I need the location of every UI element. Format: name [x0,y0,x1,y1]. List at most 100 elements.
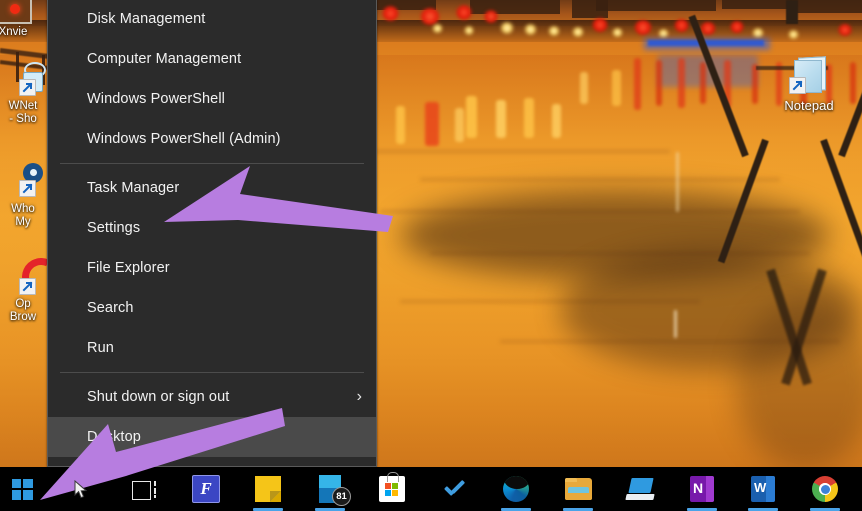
wallpaper-lantern [484,10,498,23]
shortcut-overlay-icon [19,180,36,197]
menu-separator [60,163,364,164]
desktop-icon-label: Notepad [784,98,834,113]
wallpaper-reflection [656,60,662,106]
wallpaper-lamp [752,28,764,38]
menu-item-label: Shut down or sign out [87,389,230,405]
wallpaper-water-streak [420,178,780,181]
folder-icon [564,478,592,500]
wallpaper-water-streak [370,150,670,153]
wallpaper-bridge-apex [786,0,798,24]
menu-item-label: Settings [87,220,141,236]
menu-item-settings[interactable]: Settings [48,208,376,248]
wallpaper-skyline-3 [596,0,716,11]
wallpaper-lamp [524,24,537,35]
winx-power-user-menu[interactable]: Disk Management Computer Management Wind… [47,0,377,467]
desktop-screen: Xnvie WNet - Sho Who My Op Brow Notepad … [0,0,862,511]
menu-item-shut-down-or-sign-out[interactable]: Shut down or sign out › [48,377,376,417]
taskbar-edge[interactable] [494,467,538,511]
taskbar-todo[interactable] [432,467,476,511]
wallpaper-mast-reflection [674,310,677,338]
wallpaper-lantern [456,5,472,20]
taskbar[interactable]: F 81 N W [0,467,862,511]
windows-logo-icon [11,478,33,500]
wallpaper-lamp [464,26,474,35]
shortcut-overlay-icon [19,278,36,295]
desktop-icon-label: Xnvie [0,26,28,38]
mouse-cursor [74,480,88,499]
menu-item-label: Desktop [87,429,141,445]
menu-item-disk-management[interactable]: Disk Management [48,0,376,39]
wallpaper-reflection [700,62,706,104]
menu-item-label: Run [87,340,114,356]
menu-item-windows-powershell-admin[interactable]: Windows PowerShell (Admin) [48,119,376,159]
task-view-button[interactable] [122,467,166,511]
wallpaper-lamp [500,22,514,34]
wallpaper-lantern [382,6,399,21]
wallpaper-lamp [612,28,623,37]
wallpaper-pylon-reflection-blur [736,300,862,467]
desktop-icon-label: WNet - Sho [8,100,38,125]
desktop-icon-xnview[interactable]: Xnvie [0,0,44,39]
wallpaper-reflection [496,100,506,138]
wallpaper-lantern [592,18,608,32]
wallpaper-lantern [730,21,744,33]
wallpaper-skyline-1 [470,0,560,14]
taskbar-remote-desktop[interactable] [618,467,662,511]
wallpaper-reflection [580,72,588,104]
menu-item-label: Disk Management [87,11,206,27]
menu-item-computer-management[interactable]: Computer Management [48,39,376,79]
menu-item-label: Search [87,300,134,316]
notification-badge: 81 [332,487,351,506]
wallpaper-lamp [548,26,560,36]
wallpaper-reflection [396,106,405,144]
menu-item-desktop[interactable]: Desktop [48,417,376,457]
wallpaper-lamp [432,24,443,33]
wallpaper-reflection [850,62,856,104]
wallpaper-lamp [788,30,799,39]
menu-item-run[interactable]: Run [48,328,376,368]
microsoft-store-icon [379,472,405,502]
wallpaper-reflection [425,102,439,146]
desktop-icon-wnetwatcher[interactable]: WNet - Sho [0,60,54,126]
menu-item-windows-powershell[interactable]: Windows PowerShell [48,79,376,119]
wallpaper-skyline-4 [722,0,792,9]
wallpaper-lamp [572,27,584,37]
wallpaper-mast-reflection [676,152,679,212]
wallpaper-lamp [658,29,669,38]
desktop-icon-notepad[interactable]: Notepad [774,56,844,112]
menu-item-label: Task Manager [87,180,180,196]
wallpaper-lantern [674,19,689,32]
onenote-icon: N [690,476,714,502]
network-monitor-icon [4,60,46,98]
wallpaper-reflection [678,58,685,108]
taskbar-sticky-notes[interactable] [246,467,290,511]
chevron-right-icon: › [356,388,362,405]
start-button[interactable] [0,467,44,511]
shortcut-overlay-icon [19,79,36,96]
desktop-icon-label: Who My [11,203,35,228]
taskbar-chrome[interactable] [803,467,847,511]
checkmark-icon [442,477,466,501]
taskbar-microsoft-store[interactable] [370,467,414,511]
wallpaper-reflection [634,58,641,110]
shortcut-overlay-icon [789,77,806,94]
wallpaper-lantern [838,24,852,36]
xnview-icon [0,0,32,24]
menu-item-search[interactable]: Search [48,288,376,328]
opera-icon [4,252,66,302]
wallpaper-reflection [466,96,477,138]
wallpaper-reflection [752,64,758,104]
taskbar-word[interactable]: W [741,467,785,511]
menu-item-task-manager[interactable]: Task Manager [48,168,376,208]
edge-icon [503,476,529,502]
notepad-icon [788,56,830,97]
taskbar-onenote[interactable]: N [680,467,724,511]
wallpaper-skyline-5 [790,0,862,13]
menu-item-file-explorer[interactable]: File Explorer [48,248,376,288]
desktop-icon-opera-browser[interactable]: Op Brow [0,252,66,324]
menu-separator [60,372,364,373]
taskbar-app-blue[interactable]: 81 [308,467,352,511]
taskbar-file-explorer[interactable] [556,467,600,511]
desktop-icon-whos-on-my-wifi[interactable]: Who My [0,163,54,229]
taskbar-app-f[interactable]: F [184,467,228,511]
